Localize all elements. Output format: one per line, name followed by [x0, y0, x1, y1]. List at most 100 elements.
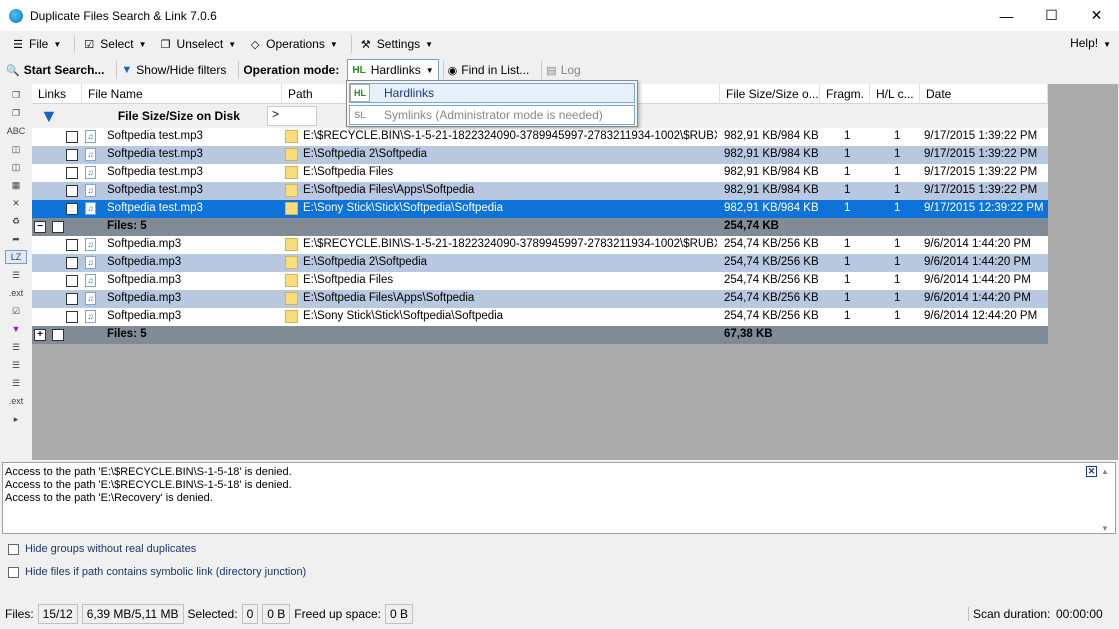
filter-operator[interactable]: > — [267, 106, 317, 126]
group-checkbox[interactable] — [52, 221, 64, 233]
table-row[interactable]: ♫Softpedia.mp3E:\Sony Stick\Stick\Softpe… — [32, 308, 1048, 326]
col-links[interactable]: Links — [32, 84, 82, 104]
find-in-list-button[interactable]: ◉Find in List... — [448, 63, 530, 77]
menu-file[interactable]: ☰File▼ — [8, 35, 64, 53]
hide-symlink-checkbox[interactable] — [8, 567, 19, 578]
list-icon-3[interactable]: ☰ — [5, 358, 27, 372]
fragm-cell: 1 — [844, 166, 850, 178]
files-value: 15/12 — [38, 604, 78, 624]
delete-icon[interactable]: ✕ — [5, 196, 27, 210]
date-cell: 9/17/2015 12:39:22 PM — [924, 202, 1044, 214]
ext-uncheck-icon[interactable]: .ext — [5, 394, 27, 408]
ext-icon[interactable]: .ext — [5, 286, 27, 300]
table-row[interactable]: ♫Softpedia.mp3E:\Softpedia Files\Apps\So… — [32, 290, 1048, 308]
menu-operations[interactable]: ◇Operations▼ — [245, 35, 341, 53]
filter-funnel-icon[interactable]: ▼ — [40, 106, 58, 127]
log-line: Access to the path 'E:\Recovery' is deni… — [5, 492, 1113, 505]
group-size: 254,74 KB — [724, 220, 779, 232]
selected-label: Selected: — [188, 607, 238, 621]
group-checkbox[interactable] — [52, 329, 64, 341]
table-row[interactable]: ♫Softpedia.mp3E:\$RECYCLE.BIN\S-1-5-21-1… — [32, 236, 1048, 254]
status-bar: Files: 15/12 6,39 MB/5,11 MB Selected: 0… — [0, 601, 1119, 627]
table-row[interactable]: ♫Softpedia test.mp3E:\Sony Stick\Stick\S… — [32, 200, 1048, 218]
check-ext-icon[interactable]: ☑ — [5, 304, 27, 318]
operation-mode-select[interactable]: HLHardlinks▼ — [347, 59, 438, 81]
col-file-name[interactable]: File Name — [82, 84, 282, 104]
row-checkbox[interactable] — [66, 275, 78, 287]
start-search-button[interactable]: 🔍Start Search... — [6, 63, 104, 77]
menu-settings[interactable]: ⚒Settings▼ — [356, 35, 436, 53]
group-toggle-icon[interactable]: + — [34, 329, 46, 341]
filter-icon: ▼ — [121, 64, 132, 76]
close-button[interactable]: ✕ — [1074, 0, 1119, 31]
row-checkbox[interactable] — [66, 185, 78, 197]
hide-groups-option[interactable]: Hide groups without real duplicates — [8, 543, 196, 555]
expand-left-icon[interactable]: ▸ — [5, 412, 27, 426]
menu-unselect[interactable]: ❐Unselect▼ — [156, 35, 240, 53]
symlink-badge-icon: SL — [350, 106, 370, 124]
recycle-icon[interactable]: ♻ — [5, 214, 27, 228]
binoculars-icon: ◉ — [448, 64, 458, 77]
export-icon[interactable]: ➦ — [5, 232, 27, 246]
fragm-cell: 1 — [844, 310, 850, 322]
row-checkbox[interactable] — [66, 257, 78, 269]
row-checkbox[interactable] — [66, 293, 78, 305]
list-icon-4[interactable]: ☰ — [5, 376, 27, 390]
col-hl-count[interactable]: H/L c... — [870, 84, 920, 104]
fragm-cell: 1 — [844, 256, 850, 268]
list-icon-2[interactable]: ☰ — [5, 340, 27, 354]
dropdown-item-hardlinks[interactable]: HL Hardlinks — [349, 83, 635, 103]
date-cell: 9/17/2015 1:39:22 PM — [924, 166, 1037, 178]
row-checkbox[interactable] — [66, 167, 78, 179]
file-name-cell: Softpedia test.mp3 — [107, 130, 277, 142]
size-cell: 982,91 KB/984 KB — [724, 148, 819, 160]
table-row[interactable]: ♫Softpedia.mp3E:\Softpedia Files254,74 K… — [32, 272, 1048, 290]
table-row[interactable]: ♫Softpedia test.mp3E:\$RECYCLE.BIN\S-1-5… — [32, 128, 1048, 146]
file-name-cell: Softpedia.mp3 — [107, 256, 277, 268]
file-name-cell: Softpedia.mp3 — [107, 310, 277, 322]
table-row[interactable]: ♫Softpedia test.mp3E:\Softpedia Files982… — [32, 164, 1048, 182]
link-icon[interactable]: ◫ — [5, 142, 27, 156]
hl-count-cell: 1 — [894, 274, 900, 286]
tree-icon[interactable]: ▦ — [5, 178, 27, 192]
duplicate-icon[interactable]: ❐ — [5, 106, 27, 120]
lz-icon[interactable]: LZ — [5, 250, 27, 264]
list-icon[interactable]: ☰ — [5, 268, 27, 282]
group-summary-row[interactable]: +Files: 567,38 KB — [32, 326, 1048, 344]
log-button[interactable]: ▤Log — [546, 63, 580, 77]
hide-groups-checkbox[interactable] — [8, 544, 19, 555]
col-size[interactable]: File Size/Size o... — [720, 84, 820, 104]
menu-select[interactable]: ☑Select▼ — [79, 35, 149, 53]
group-summary-row[interactable]: −Files: 5254,74 KB — [32, 218, 1048, 236]
hide-symlink-option[interactable]: Hide files if path contains symbolic lin… — [8, 566, 306, 578]
row-checkbox[interactable] — [66, 239, 78, 251]
filter-list-icon[interactable]: ▼ — [5, 322, 27, 336]
mp3-file-icon: ♫ — [85, 274, 96, 287]
row-checkbox[interactable] — [66, 131, 78, 143]
row-checkbox[interactable] — [66, 149, 78, 161]
date-cell: 9/6/2014 1:44:20 PM — [924, 256, 1031, 268]
group-toggle-icon[interactable]: − — [34, 221, 46, 233]
hl-count-cell: 1 — [894, 148, 900, 160]
mp3-file-icon: ♫ — [85, 238, 96, 251]
dropdown-item-symlinks[interactable]: SL Symlinks (Administrator mode is neede… — [349, 105, 635, 125]
maximize-button[interactable]: ☐ — [1029, 0, 1074, 31]
folder-icon — [285, 202, 298, 215]
minimize-button[interactable]: — — [984, 0, 1029, 31]
col-date[interactable]: Date — [920, 84, 1048, 104]
table-row[interactable]: ♫Softpedia.mp3E:\Softpedia 2\Softpedia25… — [32, 254, 1048, 272]
move-icon[interactable]: ◫ — [5, 160, 27, 174]
copy-icon[interactable]: ❐ — [5, 88, 27, 102]
rename-icon[interactable]: ABC — [5, 124, 27, 138]
log-close-icon[interactable]: ✕ — [1086, 466, 1097, 477]
mp3-file-icon: ♫ — [85, 130, 96, 143]
log-scrollbar[interactable]: ▲▼ — [1101, 465, 1113, 531]
show-hide-filters-button[interactable]: ▼Show/Hide filters — [121, 63, 226, 77]
menu-help[interactable]: Help!▼ — [1070, 36, 1111, 50]
row-checkbox[interactable] — [66, 311, 78, 323]
col-fragm[interactable]: Fragm. — [820, 84, 870, 104]
table-row[interactable]: ♫Softpedia test.mp3E:\Softpedia 2\Softpe… — [32, 146, 1048, 164]
row-checkbox[interactable] — [66, 203, 78, 215]
hl-count-cell: 1 — [894, 256, 900, 268]
table-row[interactable]: ♫Softpedia test.mp3E:\Softpedia Files\Ap… — [32, 182, 1048, 200]
